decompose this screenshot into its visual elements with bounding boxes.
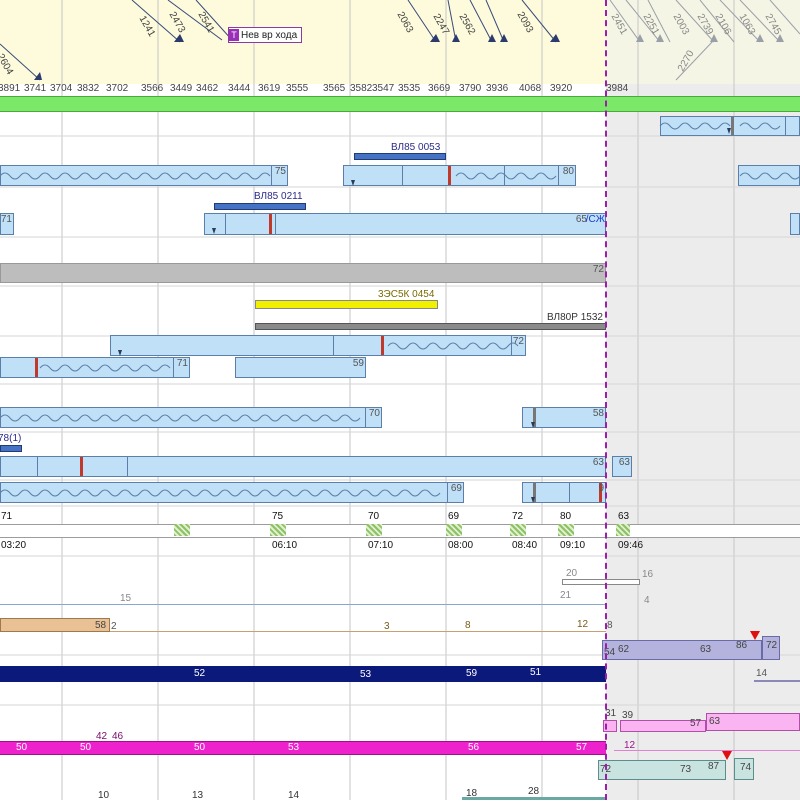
- value-label: 28: [528, 786, 540, 797]
- value-label: 13: [192, 790, 204, 801]
- value-label: 62: [618, 644, 630, 655]
- value-label: 8: [465, 620, 471, 631]
- alert-marker-icon[interactable]: [750, 631, 760, 640]
- value-label: 46: [112, 731, 124, 742]
- station-hatch: [616, 524, 630, 536]
- station-time: 07:10: [368, 540, 394, 551]
- alert-marker-icon[interactable]: [722, 751, 732, 760]
- tan-line: [110, 631, 606, 632]
- station-num: 63: [618, 511, 630, 522]
- thin-line: [614, 750, 800, 751]
- value-label: 87: [708, 761, 720, 772]
- value-label: 8: [607, 620, 613, 631]
- value-label: 52: [194, 668, 206, 679]
- value-label: 86: [736, 640, 748, 651]
- gray-line: [562, 579, 640, 585]
- value-label: 74: [740, 762, 752, 773]
- value-label: 20: [566, 568, 578, 579]
- value-label: 50: [16, 742, 28, 753]
- value-label: 53: [288, 742, 300, 753]
- value-label: 59: [466, 668, 478, 679]
- thin-line: [754, 680, 800, 682]
- value-label: 12: [624, 740, 636, 751]
- station-strip: [0, 524, 800, 538]
- station-num: 69: [448, 511, 460, 522]
- value-label: 73: [680, 764, 692, 775]
- station-num: 72: [512, 511, 524, 522]
- current-time-line: [605, 0, 607, 800]
- value-label: 57: [576, 742, 588, 753]
- value-label: 58: [95, 620, 107, 631]
- value-label: 14: [756, 668, 768, 679]
- station-hatch: [446, 524, 462, 536]
- station-time: 03:20: [1, 540, 27, 551]
- value-label: 15: [120, 593, 132, 604]
- station-hatch: [174, 524, 190, 536]
- station-hatch: [366, 524, 382, 536]
- value-label: 21: [560, 590, 572, 601]
- value-label: 12: [577, 619, 589, 630]
- station-hatch: [510, 524, 526, 536]
- value-label: 53: [360, 669, 372, 680]
- station-time: 08:00: [448, 540, 474, 551]
- value-label: 16: [642, 569, 654, 580]
- value-label: 42: [96, 731, 108, 742]
- value-label: 63: [700, 644, 712, 655]
- value-label: 51: [530, 667, 542, 678]
- value-label: 72: [766, 640, 778, 651]
- value-label: 14: [288, 790, 300, 801]
- station-time: 06:10: [272, 540, 298, 551]
- station-hatch: [558, 524, 574, 536]
- station-num: 71: [1, 511, 13, 522]
- value-label: 63: [709, 716, 721, 727]
- value-label: 10: [98, 790, 110, 801]
- station-num: 75: [272, 511, 284, 522]
- station-num: 70: [368, 511, 380, 522]
- station-time: 08:40: [512, 540, 538, 551]
- station-time: 09:10: [560, 540, 586, 551]
- thin-line: [0, 604, 606, 605]
- value-label: 3: [384, 621, 390, 632]
- station-time: 09:46: [618, 540, 644, 551]
- value-label: 50: [194, 742, 206, 753]
- teal-block[interactable]: [598, 760, 726, 780]
- value-label: 50: [80, 742, 92, 753]
- navy-bar[interactable]: [0, 666, 606, 682]
- station-num: 80: [560, 511, 572, 522]
- value-label: 39: [622, 710, 634, 721]
- tan-bar[interactable]: [0, 618, 110, 632]
- station-hatch: [270, 524, 286, 536]
- value-label: 57: [690, 718, 702, 729]
- value-label: 56: [468, 742, 480, 753]
- value-label: 4: [644, 595, 650, 606]
